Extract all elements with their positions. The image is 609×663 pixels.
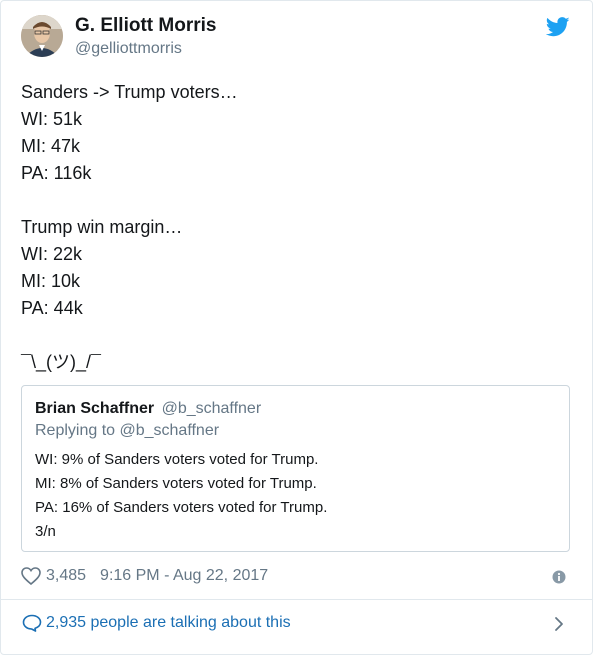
twitter-bird-icon[interactable]: [545, 17, 570, 37]
quoted-reply-to: Replying to @b_schaffner: [35, 422, 220, 439]
tweet-line: PA: 116k: [21, 163, 92, 183]
quoted-tweet[interactable]: Brian Schaffner @b_schaffner Replying to…: [21, 385, 570, 552]
tweet-line: MI: 47k: [21, 136, 81, 156]
tweet-line: WI: 51k: [21, 109, 83, 129]
quoted-tweet-header: Brian Schaffner @b_schaffner: [35, 400, 261, 418]
avatar[interactable]: [21, 15, 63, 57]
speech-bubble-icon: [22, 614, 42, 632]
info-icon[interactable]: [552, 570, 566, 584]
quoted-author-name: Brian Schaffner: [35, 400, 155, 417]
conversation-count[interactable]: 2,935 people are talking about this: [46, 614, 291, 632]
like-count[interactable]: 3,485: [46, 567, 86, 585]
tweet-text: Sanders -> Trump voters… WI: 51k MI: 47k…: [21, 79, 238, 376]
quoted-tweet-text: WI: 9% of Sanders voters voted for Trump…: [35, 448, 327, 544]
tweet-line: Sanders -> Trump voters…: [21, 82, 238, 102]
quoted-line: PA: 16% of Sanders voters voted for Trum…: [35, 499, 328, 516]
tweet-line: PA: 44k: [21, 298, 83, 318]
timestamp[interactable]: 9:16 PM - Aug 22, 2017: [100, 567, 268, 585]
tweet-line: WI: 22k: [21, 244, 83, 264]
quoted-author-handle: @b_schaffner: [161, 400, 262, 417]
heart-icon[interactable]: [21, 567, 41, 585]
chevron-right-icon[interactable]: [554, 616, 564, 632]
tweet-meta: 3,485 9:16 PM - Aug 22, 2017: [21, 567, 268, 585]
tweet-line: ¯\_(ツ)_/¯: [21, 352, 101, 372]
tweet-line: MI: 10k: [21, 271, 81, 291]
tweet-line: [21, 322, 238, 349]
conversation-link[interactable]: 2,935 people are talking about this: [1, 600, 592, 650]
author-handle[interactable]: @gelliottmorris: [75, 40, 182, 58]
embedded-tweet: G. Elliott Morris @gelliottmorris Sander…: [0, 0, 593, 655]
tweet-line: [21, 187, 238, 214]
tweet-line: Trump win margin…: [21, 217, 183, 237]
quoted-line: MI: 8% of Sanders voters voted for Trump…: [35, 475, 317, 492]
quoted-line: WI: 9% of Sanders voters voted for Trump…: [35, 451, 319, 468]
author-name[interactable]: G. Elliott Morris: [75, 15, 216, 37]
quoted-line: 3/n: [35, 523, 56, 540]
